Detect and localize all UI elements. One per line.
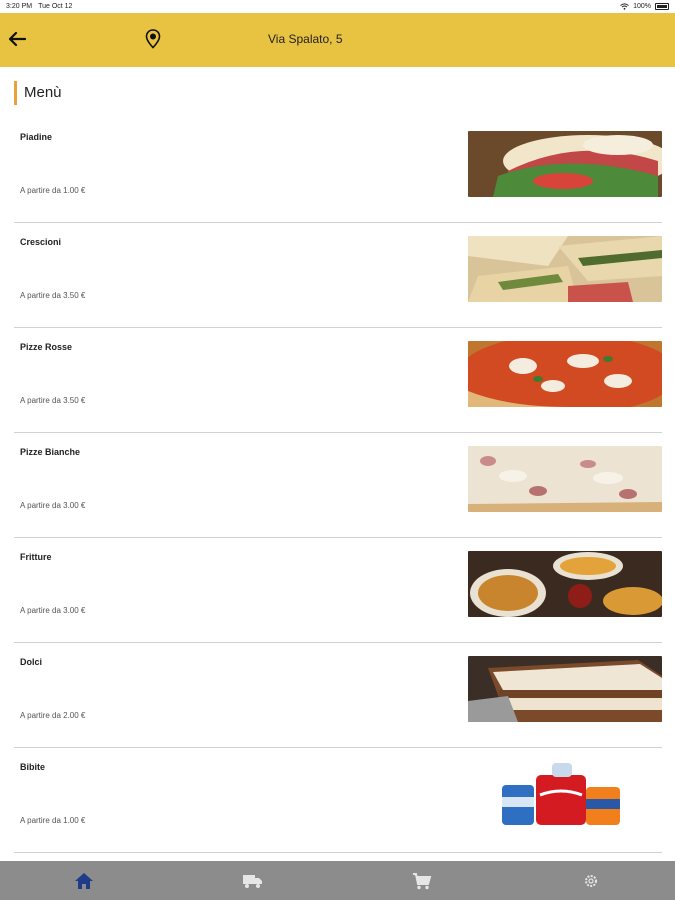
menu-item-price: A partire da 3.00 € [20, 501, 86, 510]
menu-item-piadine[interactable]: Piadine A partire da 1.00 € [14, 118, 662, 223]
map-pin-icon [145, 29, 161, 49]
menu-item-price: A partire da 1.00 € [20, 186, 86, 195]
fritture-image [468, 551, 662, 617]
menu-item-bibite[interactable]: Bibite A partire da 1.00 € [14, 748, 662, 853]
home-icon [75, 872, 94, 889]
bibite-image [468, 761, 662, 827]
gear-icon [584, 874, 597, 887]
pizza-bianca-image [468, 446, 662, 512]
status-date: Tue Oct 12 [38, 3, 73, 10]
menu-item-dolci[interactable]: Dolci A partire da 2.00 € [14, 643, 662, 748]
back-button[interactable] [6, 27, 28, 51]
shopping-cart-icon [412, 872, 432, 889]
menu-item-name: Pizze Bianche [20, 447, 81, 457]
menu-item-name: Piadine [20, 132, 53, 142]
arrow-left-icon [8, 31, 26, 47]
menu-item-name: Pizze Rosse [20, 342, 73, 352]
tab-settings[interactable] [506, 861, 675, 900]
menu-list: Piadine A partire da 1.00 € Crescioni A … [14, 118, 662, 853]
tab-delivery[interactable] [169, 861, 338, 900]
location-button[interactable] [143, 27, 163, 51]
menu-item-price: A partire da 3.50 € [20, 396, 86, 405]
status-time: 3:20 PM [6, 3, 33, 10]
pizza-margherita-image [468, 341, 662, 407]
menu-item-price: A partire da 2.00 € [20, 711, 86, 720]
menu-item-name: Dolci [20, 657, 43, 667]
delivery-address[interactable]: Via Spalato, 5 [268, 32, 343, 46]
tab-home[interactable] [0, 861, 169, 900]
menu-item-name: Fritture [20, 552, 52, 562]
battery-percent: 100% [633, 3, 651, 10]
delivery-truck-icon [243, 874, 263, 888]
menu-item-fritture[interactable]: Fritture A partire da 3.00 € [14, 538, 662, 643]
battery-icon [655, 3, 669, 10]
status-bar: 3:20 PM Tue Oct 12 100% [0, 0, 675, 13]
menu-item-price: A partire da 1.00 € [20, 816, 86, 825]
menu-item-pizze-bianche[interactable]: Pizze Bianche A partire da 3.00 € [14, 433, 662, 538]
menu-item-name: Bibite [20, 762, 46, 772]
menu-item-name: Crescioni [20, 237, 62, 247]
menu-item-pizze-rosse[interactable]: Pizze Rosse A partire da 3.50 € [14, 328, 662, 433]
wifi-icon [620, 3, 629, 10]
app-header: Via Spalato, 5 [0, 13, 675, 67]
menu-title: Menù [14, 81, 62, 105]
tiramisu-image [468, 656, 662, 722]
menu-item-price: A partire da 3.00 € [20, 606, 86, 615]
bottom-tab-bar [0, 861, 675, 900]
tab-cart[interactable] [338, 861, 507, 900]
menu-item-crescioni[interactable]: Crescioni A partire da 3.50 € [14, 223, 662, 328]
piadina-image [468, 131, 662, 197]
crescioni-image [468, 236, 662, 302]
menu-item-price: A partire da 3.50 € [20, 291, 86, 300]
